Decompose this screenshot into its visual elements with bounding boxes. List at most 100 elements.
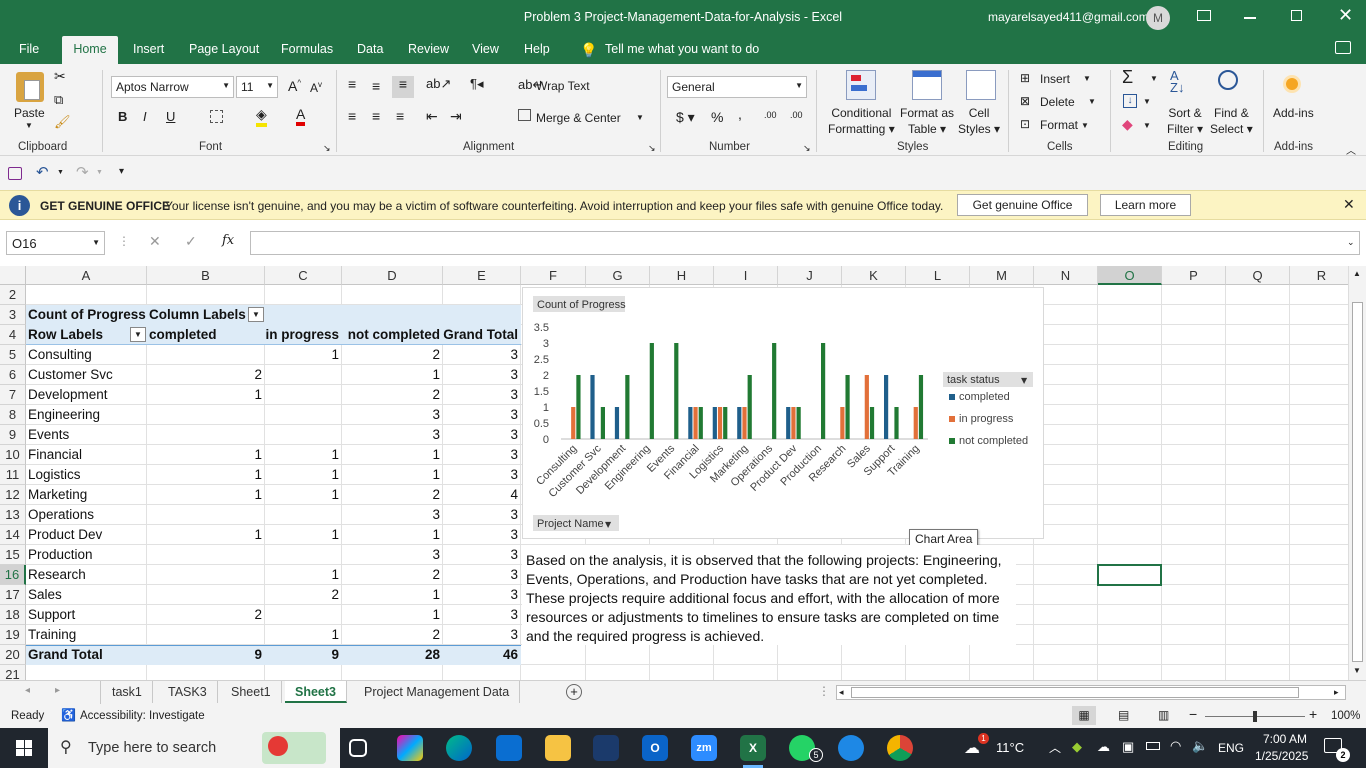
tray-device-icon[interactable]: ▣	[1122, 739, 1134, 755]
format-cells-icon[interactable]: ⊡	[1020, 117, 1030, 131]
chevron-down-icon[interactable]: ▼	[1143, 121, 1151, 130]
font-name-select[interactable]: Aptos Narrow ▼	[111, 76, 234, 98]
row-header[interactable]: 18	[0, 605, 26, 625]
currency-icon[interactable]: $ ▾	[676, 109, 695, 126]
pivot-row-label[interactable]: Events	[26, 425, 147, 445]
paste-button[interactable]: Paste	[14, 106, 45, 120]
excel-icon[interactable]: X	[740, 735, 766, 761]
find-select-icon[interactable]	[1218, 70, 1238, 90]
wifi-icon[interactable]: ◠	[1170, 738, 1181, 754]
undo-icon[interactable]: ↶	[36, 163, 49, 181]
column-header[interactable]: B	[147, 266, 265, 285]
filter-dropdown-icon[interactable]: ▼	[248, 307, 264, 322]
pivot-value[interactable]	[265, 385, 342, 405]
tab-view[interactable]: View	[462, 36, 509, 64]
sheet-tab-sheet3[interactable]: Sheet3	[285, 681, 347, 703]
redo-icon[interactable]: ↷	[76, 163, 89, 181]
pivot-row-label[interactable]: Research	[26, 565, 147, 585]
addins-icon[interactable]	[1286, 78, 1298, 90]
row-header[interactable]: 2	[0, 285, 26, 305]
pivot-value[interactable]: 3	[443, 425, 521, 445]
format-as-table-button[interactable]: Format as Table ▾	[900, 105, 954, 137]
tab-insert[interactable]: Insert	[123, 36, 174, 64]
learn-more-button[interactable]: Learn more	[1100, 194, 1191, 216]
borders-icon[interactable]	[210, 110, 223, 123]
active-cell-o16[interactable]	[1097, 564, 1162, 586]
autosum-icon[interactable]: Σ	[1122, 67, 1133, 88]
name-box[interactable]: O16 ▼	[6, 231, 105, 255]
pivot-value[interactable]: 1	[265, 625, 342, 645]
tab-file[interactable]: File	[9, 36, 49, 64]
increase-indent-icon[interactable]: ⇥	[450, 108, 462, 125]
pivot-value[interactable]: 3	[342, 405, 443, 425]
temperature[interactable]: 11°C	[996, 740, 1024, 755]
orientation-icon[interactable]: ab↗	[426, 76, 451, 92]
add-sheet-icon[interactable]: +	[566, 684, 582, 700]
formula-input[interactable]	[250, 231, 1360, 255]
pivot-col-grand-total[interactable]: Grand Total	[443, 325, 521, 345]
select-all-corner[interactable]	[0, 266, 26, 285]
paste-icon[interactable]	[16, 72, 44, 102]
pivot-row-label[interactable]: Production	[26, 545, 147, 565]
column-header[interactable]: E	[443, 266, 521, 285]
decrease-font-icon[interactable]: Av	[310, 80, 322, 95]
pivot-value[interactable]: 3	[342, 505, 443, 525]
align-right-icon[interactable]: ≡	[396, 108, 404, 124]
analysis-note[interactable]: Based on the analysis, it is observed th…	[522, 545, 1016, 645]
pivot-row-labels[interactable]: Row Labels	[26, 325, 147, 345]
file-explorer-icon[interactable]	[545, 735, 571, 761]
pivot-row-label[interactable]: Support	[26, 605, 147, 625]
pivot-value[interactable]: 3	[443, 465, 521, 485]
column-header[interactable]: G	[586, 266, 650, 285]
cell-styles-icon[interactable]	[966, 70, 996, 100]
pivot-value[interactable]	[265, 365, 342, 385]
delete-cells-icon[interactable]: ⊠	[1020, 94, 1030, 108]
pivot-value[interactable]: 3	[443, 525, 521, 545]
comma-icon[interactable]: ,	[738, 106, 742, 122]
pivot-value[interactable]: 1	[342, 465, 443, 485]
scroll-down-icon[interactable]: ▼	[1353, 666, 1361, 675]
scroll-thumb[interactable]	[1352, 302, 1363, 662]
sort-filter-button[interactable]: Sort & Filter ▾	[1167, 105, 1203, 137]
pivot-value[interactable]: 3	[443, 545, 521, 565]
zoom-slider[interactable]	[1205, 711, 1305, 722]
pivot-value[interactable]: 3	[443, 445, 521, 465]
copilot-icon[interactable]	[397, 735, 423, 761]
pivot-row-label[interactable]: Logistics	[26, 465, 147, 485]
pivot-col-in-progress[interactable]: in progress	[263, 325, 342, 345]
paste-dropdown-icon[interactable]: ▼	[25, 121, 33, 130]
horizontal-scrollbar[interactable]: ◂ ▸	[836, 685, 1346, 700]
pivot-row-label[interactable]: Development	[26, 385, 147, 405]
pivot-value[interactable]: 1	[342, 605, 443, 625]
pivot-row-label[interactable]: Marketing	[26, 485, 147, 505]
pivot-value[interactable]: 3	[443, 365, 521, 385]
accessibility-status[interactable]: Accessibility: Investigate	[80, 710, 205, 722]
zoom-level[interactable]: 100%	[1331, 710, 1360, 722]
pivot-value[interactable]: 3	[443, 405, 521, 425]
italic-icon[interactable]: I	[143, 109, 147, 124]
align-middle-icon[interactable]: ≡	[372, 78, 380, 94]
cell-styles-button[interactable]: Cell Styles ▾	[958, 105, 1000, 137]
pivot-value[interactable]: 1	[147, 525, 265, 545]
task-view-icon[interactable]	[349, 739, 367, 757]
sheet-tab-project-management-data[interactable]: Project Management Data	[354, 681, 521, 703]
merge-center-button[interactable]: Merge & Center	[536, 111, 621, 125]
pivot-value[interactable]	[147, 405, 265, 425]
zoom-out-icon[interactable]: −	[1189, 706, 1197, 722]
align-center-icon[interactable]: ≡	[372, 108, 380, 124]
insert-cells-icon[interactable]: ⊞	[1020, 71, 1030, 85]
column-header[interactable]: J	[778, 266, 842, 285]
pivot-value[interactable]: 3	[443, 585, 521, 605]
column-header[interactable]: D	[342, 266, 443, 285]
pivot-value[interactable]: 3	[342, 545, 443, 565]
pivot-value[interactable]: 3	[443, 505, 521, 525]
row-header[interactable]: 12	[0, 485, 26, 505]
tell-me-search[interactable]: Tell me what you want to do	[605, 42, 759, 56]
row-header[interactable]: 3	[0, 305, 26, 325]
pivot-value[interactable]	[265, 425, 342, 445]
collapse-ribbon-icon[interactable]: ︿	[1346, 142, 1356, 157]
insert-function-icon[interactable]: fx	[222, 233, 234, 248]
column-header[interactable]: A	[26, 266, 147, 285]
row-header[interactable]: 17	[0, 585, 26, 605]
pivot-value[interactable]: 1	[147, 465, 265, 485]
